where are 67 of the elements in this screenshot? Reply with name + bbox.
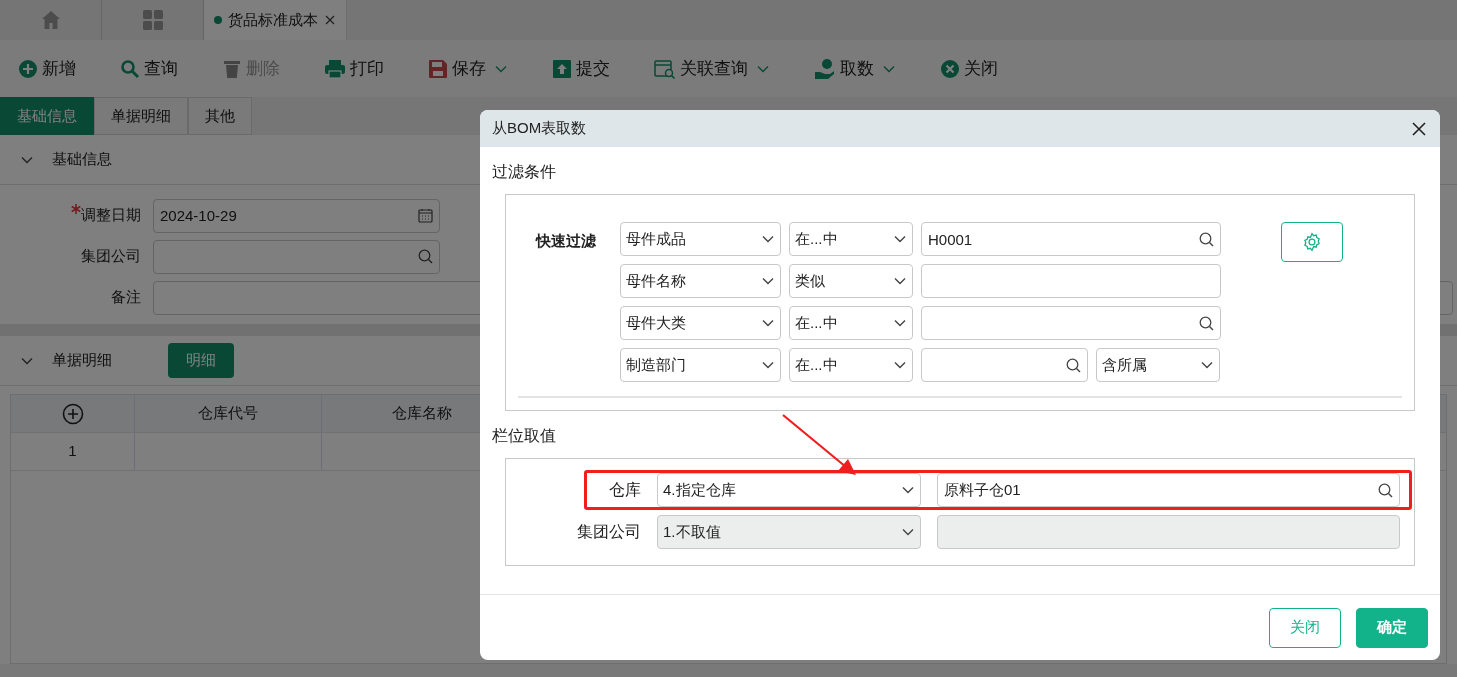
toolbar-button[interactable]: 查询 [120, 55, 178, 82]
window-search-icon [654, 58, 676, 79]
toolbar-button[interactable]: 取数 [814, 55, 896, 82]
search-icon [1378, 482, 1393, 498]
lookup-field[interactable] [153, 239, 440, 274]
active-dot [214, 16, 222, 24]
close-icon [940, 58, 960, 79]
text-field[interactable] [921, 264, 1221, 298]
printer-icon [324, 58, 346, 79]
toolbar-button[interactable]: 打印 [324, 55, 384, 82]
trash-icon [222, 58, 242, 79]
form-tab[interactable]: 其他 [188, 97, 252, 135]
home-icon [40, 10, 61, 30]
search-icon [120, 58, 140, 79]
operator-dropdown[interactable]: 在...中 [789, 222, 913, 256]
close-icon [1412, 121, 1426, 136]
operator-dropdown[interactable]: 在...中 [789, 348, 913, 382]
search-icon [418, 249, 433, 264]
search-icon [1199, 315, 1214, 331]
page-tab[interactable]: 货品标准成本 [204, 0, 347, 40]
scope-dropdown[interactable]: 含所属 [1096, 348, 1220, 382]
field-dropdown[interactable]: 母件名称 [620, 264, 781, 298]
toolbar-button[interactable]: 关闭 [940, 55, 998, 82]
calendar-icon [418, 208, 433, 223]
cancel-button[interactable]: 关闭 [1269, 607, 1341, 648]
settings-icon [1302, 232, 1322, 252]
column-header: 仓库代号 [135, 395, 322, 432]
dialog-title: 从BOM表取数 [492, 118, 587, 139]
hand-coin-icon [814, 57, 836, 80]
search-icon [1199, 231, 1214, 247]
field-dropdown[interactable]: 制造部门 [620, 348, 781, 382]
toolbar-button[interactable]: 提交 [552, 55, 610, 82]
save-icon [428, 58, 448, 79]
lookup-field[interactable]: H0001 [921, 222, 1221, 256]
operator-dropdown[interactable]: 在...中 [789, 306, 913, 340]
date-field[interactable]: 2024-10-29 [153, 198, 440, 233]
section-title: 基础信息 [52, 149, 112, 170]
field-label: 调整日期 [81, 206, 141, 224]
search-icon [1066, 357, 1081, 373]
add-icon [18, 58, 38, 79]
toolbar-button[interactable]: 关联查询 [654, 55, 770, 82]
upload-icon [552, 58, 572, 79]
lookup-field[interactable] [921, 306, 1221, 340]
section-title: 过滤条件 [492, 162, 557, 182]
field-label: 仓库 [608, 480, 641, 500]
settings-button[interactable] [1281, 222, 1343, 262]
toolbar-button[interactable]: 新增 [18, 55, 76, 82]
operator-dropdown[interactable]: 类似 [789, 264, 913, 298]
close-button[interactable] [1412, 121, 1426, 136]
tab-label: 货品标准成本 [228, 9, 318, 30]
row-number: 1 [11, 433, 135, 470]
filter-label: 快速过滤 [534, 231, 597, 251]
detail-button[interactable]: 明细 [168, 343, 234, 378]
section-title: 单据明细 [52, 350, 112, 371]
field-label: 集团公司 [81, 247, 141, 265]
add-row-icon [61, 402, 84, 425]
grid-icon [142, 10, 163, 30]
toolbar-button[interactable]: 保存 [428, 55, 508, 82]
field-dropdown[interactable]: 母件大类 [620, 306, 781, 340]
field-label: 备注 [111, 288, 141, 306]
confirm-button[interactable]: 确定 [1356, 607, 1428, 648]
field-dropdown[interactable]: 母件成品 [620, 222, 781, 256]
close-icon [324, 14, 336, 26]
form-tab[interactable]: 基础信息 [0, 97, 94, 135]
lookup-field[interactable] [921, 348, 1088, 382]
field-label: 集团公司 [576, 522, 641, 542]
form-tab[interactable]: 单据明细 [94, 97, 188, 135]
